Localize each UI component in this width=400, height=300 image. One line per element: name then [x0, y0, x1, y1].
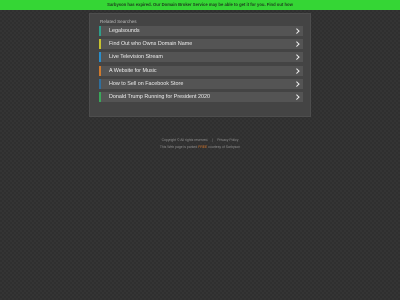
chevron-right-icon [294, 28, 300, 34]
privacy-policy-link[interactable]: Privacy Policy [217, 138, 238, 142]
footer-parked-line: This Web page is parked FREE courtesy of… [0, 145, 400, 149]
search-item-domain-owner[interactable]: Find Out who Owns Domain Name [99, 39, 303, 50]
search-item-live-tv[interactable]: Live Television Stream [99, 52, 303, 63]
chevron-right-icon [294, 41, 300, 47]
related-searches-list: Legalsounds Find Out who Owns Domain Nam… [99, 26, 303, 105]
copyright-text: Copyright © All rights reserved. [161, 138, 209, 142]
search-item-label: Live Television Stream [109, 54, 163, 61]
search-item-trump-2020[interactable]: Donald Trump Running for President 2020 [99, 91, 303, 102]
chevron-right-icon [294, 67, 300, 73]
search-item-music-website[interactable]: A Website for Music [99, 65, 303, 76]
search-item-label: A Website for Music [109, 67, 157, 74]
parked-text: This Web page is parked [159, 145, 198, 149]
panel-heading: Related Searches [100, 19, 137, 24]
related-searches-panel: Related Searches Legalsounds Find Out wh… [89, 13, 311, 117]
free-link[interactable]: FREE [198, 145, 207, 149]
footer-separator: | [212, 138, 214, 142]
footer-copyright-line: Copyright © All rights reserved. | Privacy… [0, 138, 400, 142]
courtesy-text: courtesy of Sarbyson [208, 145, 241, 149]
chevron-right-icon [294, 81, 300, 87]
search-item-label: Donald Trump Running for President 2020 [109, 93, 210, 100]
search-item-label: Find Out who Owns Domain Name [109, 41, 193, 48]
search-item-label: Legalsounds [109, 28, 140, 34]
search-item-facebook-store[interactable]: How to Sell on Facebook Store [99, 78, 303, 89]
chevron-right-icon [294, 94, 300, 100]
search-item-legalsounds[interactable]: Legalsounds [99, 26, 303, 36]
chevron-right-icon [294, 54, 300, 60]
domain-expired-banner[interactable]: Sarbyson has expired. Our Domain Broker … [0, 0, 400, 10]
search-item-label: How to Sell on Facebook Store [109, 80, 184, 87]
